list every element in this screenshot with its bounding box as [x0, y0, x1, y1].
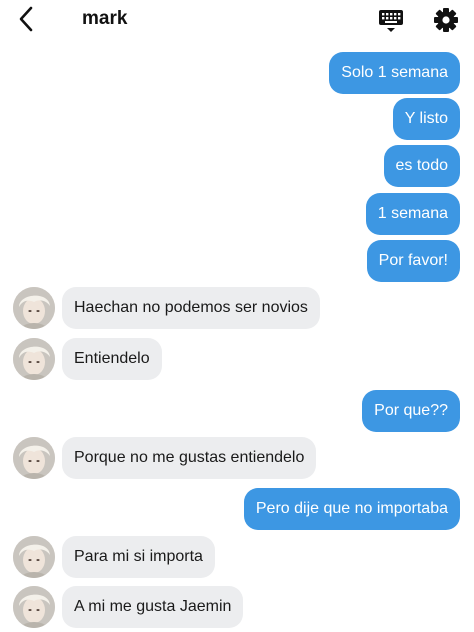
outgoing-message[interactable]: Y listo [392, 98, 460, 140]
incoming-message[interactable]: Para mi si importa [62, 536, 215, 578]
avatar[interactable] [13, 437, 55, 479]
incoming-message[interactable]: Porque no me gustas entiendelo [62, 437, 317, 479]
outgoing-message[interactable]: Por favor! [366, 240, 460, 282]
avatar[interactable] [13, 536, 55, 578]
avatar[interactable] [13, 586, 55, 628]
incoming-message[interactable]: A mi me gusta Jaemin [62, 586, 244, 628]
incoming-message[interactable]: Haechan no podemos ser novios [62, 287, 320, 329]
incoming-message[interactable]: Entiendelo [62, 338, 162, 380]
avatar[interactable] [13, 287, 55, 329]
outgoing-message[interactable]: es todo [383, 145, 460, 187]
message-thread: Solo 1 semana Y listo es todo 1 semana Por f… [0, 0, 474, 632]
outgoing-message[interactable]: Pero dije que no importaba [243, 488, 460, 530]
outgoing-message[interactable]: Por que?? [362, 390, 460, 432]
outgoing-message[interactable]: Solo 1 semana [329, 52, 460, 94]
outgoing-message[interactable]: 1 semana [365, 193, 460, 235]
avatar[interactable] [13, 338, 55, 380]
